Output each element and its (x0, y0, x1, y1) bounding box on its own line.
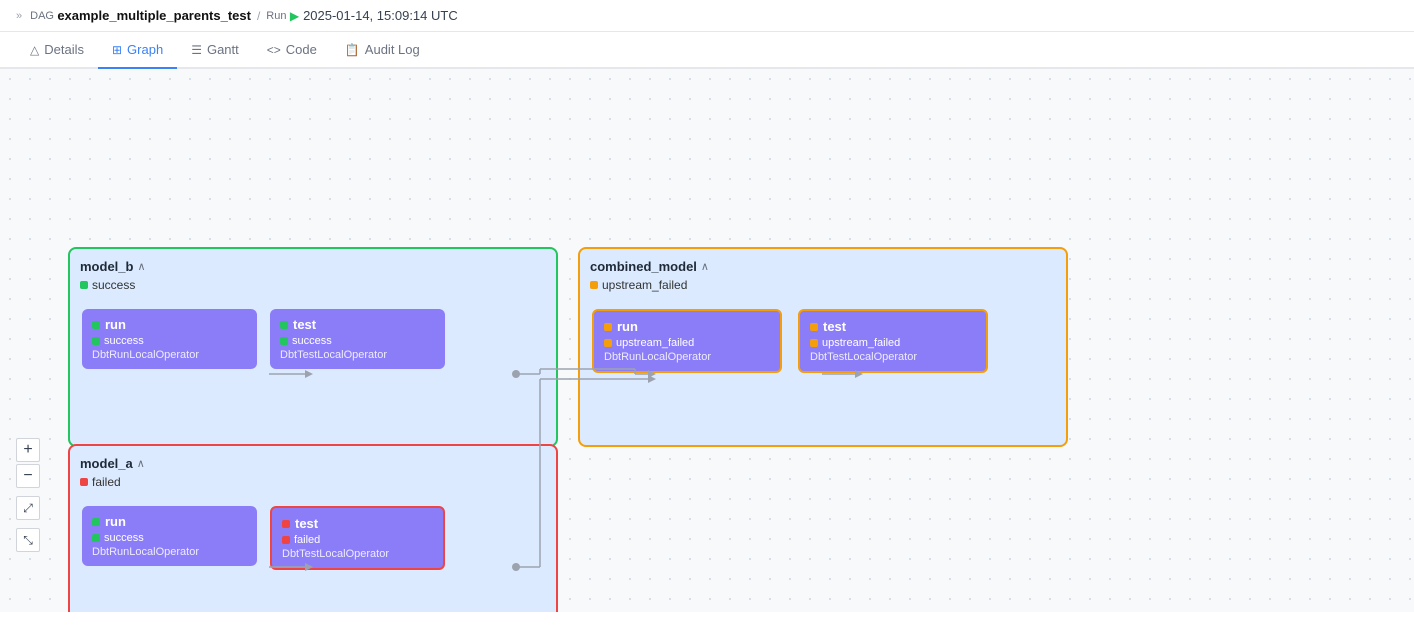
breadcrumb-run-label: Run (266, 10, 286, 22)
task-model-b-test-operator: DbtTestLocalOperator (280, 349, 435, 361)
task-model-a-run-status: success (92, 532, 247, 544)
task-combined-run-status: upstream_failed (604, 337, 770, 349)
zoom-in-button[interactable]: + (16, 438, 40, 462)
breadcrumb-dag-name[interactable]: example_multiple_parents_test (57, 8, 251, 23)
gantt-icon: ☰ (191, 43, 202, 57)
task-model-b-test-status-dot (280, 337, 288, 345)
group-combined-status-dot (590, 281, 598, 289)
task-model-a-test-status-dot (282, 536, 290, 544)
task-model-a-test[interactable]: test failed DbtTestLocalOperator (270, 506, 445, 570)
task-combined-test-dot (810, 323, 818, 331)
task-model-a-run-label: run (105, 514, 126, 529)
tab-details[interactable]: △ Details (16, 32, 98, 69)
group-model-a-title: model_a (80, 456, 133, 471)
task-combined-test-status-dot (810, 339, 818, 347)
task-model-a-test-header: test (282, 516, 433, 531)
task-combined-run-label: run (617, 319, 638, 334)
task-model-a-test-operator: DbtTestLocalOperator (282, 548, 433, 560)
task-model-b-run-status: success (92, 335, 247, 347)
audit-log-icon: 📋 (345, 43, 360, 57)
group-model-b-header: model_b ∧ (80, 259, 546, 274)
group-combined-model[interactable]: combined_model ∧ upstream_failed run ups… (578, 247, 1068, 447)
group-model-a-status-dot (80, 478, 88, 486)
task-combined-run-header: run (604, 319, 770, 334)
group-combined-header: combined_model ∧ (590, 259, 1056, 274)
group-combined-title: combined_model (590, 259, 697, 274)
task-model-b-run-label: run (105, 317, 126, 332)
task-model-a-run-header: run (92, 514, 247, 529)
group-model-b-title: model_b (80, 259, 133, 274)
group-model-a-status: failed (80, 475, 546, 489)
task-model-b-run-header: run (92, 317, 247, 332)
tab-audit-log[interactable]: 📋 Audit Log (331, 32, 434, 69)
task-model-a-run[interactable]: run success DbtRunLocalOperator (82, 506, 257, 566)
zoom-controls: + − ⤢ ⤡ (16, 438, 40, 552)
task-combined-run-status-dot (604, 339, 612, 347)
group-model-a[interactable]: model_a ∧ failed run success DbtRunLocal… (68, 444, 558, 612)
group-model-b[interactable]: model_b ∧ success run success DbtRunLoca… (68, 247, 558, 447)
group-model-b-status: success (80, 278, 546, 292)
tab-code[interactable]: <> Code (253, 32, 331, 69)
fullscreen-button[interactable]: ⤡ (16, 528, 40, 552)
breadcrumb-arrows: » (16, 10, 22, 22)
breadcrumb: » DAG example_multiple_parents_test / Ru… (0, 0, 1414, 32)
task-combined-run-dot (604, 323, 612, 331)
fit-button[interactable]: ⤢ (16, 496, 40, 520)
group-model-a-chevron[interactable]: ∧ (137, 457, 145, 470)
task-combined-run[interactable]: run upstream_failed DbtRunLocalOperator (592, 309, 782, 373)
task-model-a-test-status: failed (282, 534, 433, 546)
group-combined-chevron[interactable]: ∧ (701, 260, 709, 273)
task-model-a-test-dot (282, 520, 290, 528)
task-model-b-test-dot (280, 321, 288, 329)
group-model-b-status-dot (80, 281, 88, 289)
details-icon: △ (30, 43, 39, 57)
task-model-b-test[interactable]: test success DbtTestLocalOperator (270, 309, 445, 369)
tab-graph[interactable]: ⊞ Graph (98, 32, 177, 69)
task-model-a-run-status-dot (92, 534, 100, 542)
breadcrumb-run-id[interactable]: ▶ 2025-01-14, 15:09:14 UTC (290, 8, 458, 23)
group-model-b-chevron[interactable]: ∧ (137, 260, 145, 273)
task-combined-test-operator: DbtTestLocalOperator (810, 351, 976, 363)
group-combined-status: upstream_failed (590, 278, 1056, 292)
code-icon: <> (267, 43, 281, 57)
task-combined-run-operator: DbtRunLocalOperator (604, 351, 770, 363)
task-combined-test[interactable]: test upstream_failed DbtTestLocalOperato… (798, 309, 988, 373)
task-model-b-test-header: test (280, 317, 435, 332)
graph-icon: ⊞ (112, 43, 122, 57)
task-model-b-test-label: test (293, 317, 316, 332)
zoom-out-button[interactable]: − (16, 464, 40, 488)
task-model-b-run-dot (92, 321, 100, 329)
task-model-a-run-operator: DbtRunLocalOperator (92, 546, 247, 558)
group-model-a-status-label: failed (92, 475, 121, 489)
tab-gantt[interactable]: ☰ Gantt (177, 32, 253, 69)
breadcrumb-separator: / (257, 9, 260, 23)
group-model-b-status-label: success (92, 278, 135, 292)
task-combined-test-header: test (810, 319, 976, 334)
group-combined-status-label: upstream_failed (602, 278, 687, 292)
graph-canvas[interactable]: model_b ∧ success run success DbtRunLoca… (0, 69, 1414, 612)
task-model-b-run-operator: DbtRunLocalOperator (92, 349, 247, 361)
task-model-a-test-label: test (295, 516, 318, 531)
group-model-a-header: model_a ∧ (80, 456, 546, 471)
task-model-b-test-status: success (280, 335, 435, 347)
task-model-b-run[interactable]: run success DbtRunLocalOperator (82, 309, 257, 369)
run-play-icon: ▶ (290, 9, 299, 23)
task-combined-test-status: upstream_failed (810, 337, 976, 349)
tabs-bar: △ Details ⊞ Graph ☰ Gantt <> Code 📋 Audi… (0, 32, 1414, 69)
breadcrumb-dag-label: DAG (30, 10, 54, 22)
task-combined-test-label: test (823, 319, 846, 334)
task-model-a-run-dot (92, 518, 100, 526)
task-model-b-run-status-dot (92, 337, 100, 345)
